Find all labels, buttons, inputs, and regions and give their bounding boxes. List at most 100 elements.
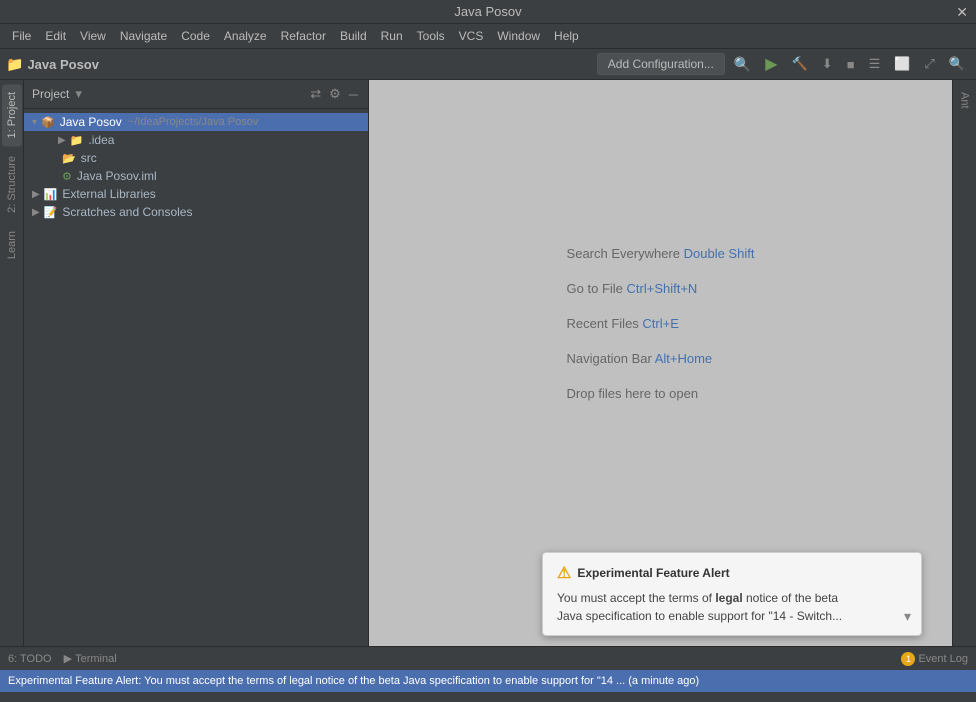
status-bar: Experimental Feature Alert: You must acc… <box>0 670 976 692</box>
sidebar-tab-learn[interactable]: Learn <box>2 223 22 267</box>
menu-bar: File Edit View Navigate Code Analyze Ref… <box>0 24 976 49</box>
project-gear-icon[interactable]: ⚙ <box>327 84 343 104</box>
coverage-button[interactable]: ☰ <box>864 54 886 74</box>
project-sync-icon[interactable]: ⇄ <box>308 84 323 104</box>
alert-body: You must accept the terms of legal notic… <box>557 589 907 625</box>
project-panel: Project ▾ ⇄ ⚙ ─ ▾ 📦 Java Posov ~/IdeaPro… <box>24 80 369 646</box>
project-dropdown-icon[interactable]: ▾ <box>73 84 84 104</box>
tree-label-ext-libs: External Libraries <box>62 187 155 201</box>
iml-icon: ⚙ <box>62 170 72 183</box>
add-configuration-button[interactable]: Add Configuration... <box>597 53 725 75</box>
hint-search: Search Everywhere Double Shift <box>567 246 755 261</box>
build-button[interactable]: 🔨 <box>787 54 813 74</box>
hint-shortcut-2: Ctrl+E <box>642 316 678 331</box>
sidebar-tab-structure[interactable]: 2: Structure <box>2 148 22 221</box>
tree-path-root: ~/IdeaProjects/Java Posov <box>128 116 259 128</box>
hint-text-2: Recent Files <box>567 316 643 331</box>
event-log-label: Event Log <box>918 653 968 665</box>
toolbar-project-name: Java Posov <box>27 57 99 72</box>
toolbar: 📁 Java Posov Add Configuration... 🔍 ▶ 🔨 … <box>0 49 976 80</box>
terminal-tab-label: Terminal <box>75 653 117 665</box>
menu-tools[interactable]: Tools <box>411 26 451 46</box>
tree-item-root[interactable]: ▾ 📦 Java Posov ~/IdeaProjects/Java Posov <box>24 113 368 131</box>
menu-edit[interactable]: Edit <box>39 26 72 46</box>
run-button[interactable]: ▶ <box>760 52 782 76</box>
todo-tab[interactable]: 6: TODO <box>8 653 52 665</box>
menu-navigate[interactable]: Navigate <box>114 26 173 46</box>
todo-tab-label: 6: TODO <box>8 653 52 665</box>
module-icon: 📦 <box>41 116 55 129</box>
hint-text-3: Navigation Bar <box>567 351 655 366</box>
menu-build[interactable]: Build <box>334 26 373 46</box>
hint-navbar: Navigation Bar Alt+Home <box>567 351 755 366</box>
right-sidebar: Ant <box>952 80 976 646</box>
update-button[interactable]: ⬇ <box>817 54 838 74</box>
project-minimize-icon[interactable]: ─ <box>347 85 360 104</box>
tree-label-scratches: Scratches and Consoles <box>62 205 192 219</box>
expand-arrow-scratches: ▶ <box>32 207 40 218</box>
toolbar-project-label: 📁 Java Posov <box>6 56 99 73</box>
hint-shortcut-1: Ctrl+Shift+N <box>627 281 698 296</box>
hint-drop: Drop files here to open <box>567 386 755 401</box>
file-tree: ▾ 📦 Java Posov ~/IdeaProjects/Java Posov… <box>24 109 368 646</box>
tree-label-root: Java Posov <box>60 115 122 129</box>
menu-analyze[interactable]: Analyze <box>218 26 273 46</box>
search-everywhere-icon[interactable]: 🔍 <box>729 54 756 75</box>
alert-popup: ⚠ Experimental Feature Alert You must ac… <box>542 552 922 636</box>
close-button[interactable]: ✕ <box>956 4 968 21</box>
menu-run[interactable]: Run <box>375 26 409 46</box>
menu-code[interactable]: Code <box>175 26 216 46</box>
left-sidebar-tabs: 1: Project 2: Structure Learn <box>0 80 24 646</box>
folder-icon-idea: 📁 <box>70 134 84 147</box>
alert-title: ⚠ Experimental Feature Alert <box>557 563 907 583</box>
profile-button[interactable]: ⬜ <box>889 54 915 74</box>
tree-item-scratches[interactable]: ▶ 📝 Scratches and Consoles <box>24 203 368 221</box>
tree-item-iml[interactable]: ⚙ Java Posov.iml <box>24 167 368 185</box>
alert-line1-legal: legal <box>715 591 742 605</box>
tree-label-iml: Java Posov.iml <box>77 169 157 183</box>
tree-label-src: src <box>81 151 97 165</box>
menu-refactor[interactable]: Refactor <box>275 26 332 46</box>
menu-help[interactable]: Help <box>548 26 585 46</box>
sidebar-tab-project[interactable]: 1: Project <box>2 84 22 146</box>
terminal-tab-icon: ▶ <box>64 652 72 665</box>
alert-line1-post: notice of the beta <box>743 591 838 605</box>
expand-button[interactable]: ⤢ <box>919 54 939 74</box>
menu-file[interactable]: File <box>6 26 37 46</box>
project-title-text: Project <box>32 87 69 101</box>
hint-text-4: Drop files here to open <box>567 386 699 401</box>
project-panel-header: Project ▾ ⇄ ⚙ ─ <box>24 80 368 109</box>
menu-window[interactable]: Window <box>491 26 546 46</box>
hint-recent: Recent Files Ctrl+E <box>567 316 755 331</box>
event-log-button[interactable]: 1 Event Log <box>901 652 968 666</box>
menu-view[interactable]: View <box>74 26 112 46</box>
alert-chevron[interactable]: ▾ <box>904 608 911 625</box>
settings-button[interactable]: 🔍 <box>944 54 970 74</box>
alert-line1-pre: You must accept the terms of <box>557 591 715 605</box>
expand-arrow-idea: ▶ <box>58 135 66 146</box>
stop-button[interactable]: ■ <box>842 55 860 74</box>
event-log-badge: 1 <box>901 652 915 666</box>
expand-arrow-root: ▾ <box>32 117 37 128</box>
alert-title-text: Experimental Feature Alert <box>577 566 729 580</box>
alert-warning-icon: ⚠ <box>557 563 571 583</box>
hint-shortcut-3: Alt+Home <box>655 351 712 366</box>
scratches-icon: 📝 <box>44 206 58 219</box>
editor-area[interactable]: Search Everywhere Double Shift Go to Fil… <box>369 80 952 646</box>
title-bar: Java Posov ✕ <box>0 0 976 24</box>
main-layout: 1: Project 2: Structure Learn Project ▾ … <box>0 80 976 646</box>
project-panel-title: Project ▾ <box>32 84 304 104</box>
tree-item-ext-libs[interactable]: ▶ 📊 External Libraries <box>24 185 368 203</box>
menu-vcs[interactable]: VCS <box>453 26 490 46</box>
bottom-bar: 6: TODO ▶ Terminal 1 Event Log <box>0 646 976 670</box>
tree-item-src[interactable]: 📂 src <box>24 149 368 167</box>
terminal-tab[interactable]: ▶ Terminal <box>64 652 117 665</box>
folder-icon-src: 📂 <box>62 152 76 165</box>
hint-goto: Go to File Ctrl+Shift+N <box>567 281 755 296</box>
status-text: Experimental Feature Alert: You must acc… <box>8 675 699 687</box>
right-tab-ant-label: Ant <box>959 92 971 109</box>
sidebar-tab-ant[interactable]: Ant <box>955 84 975 117</box>
tree-item-idea[interactable]: ▶ 📁 .idea <box>24 131 368 149</box>
toolbar-folder-icon: 📁 <box>6 56 23 73</box>
editor-hints: Search Everywhere Double Shift Go to Fil… <box>567 246 755 401</box>
